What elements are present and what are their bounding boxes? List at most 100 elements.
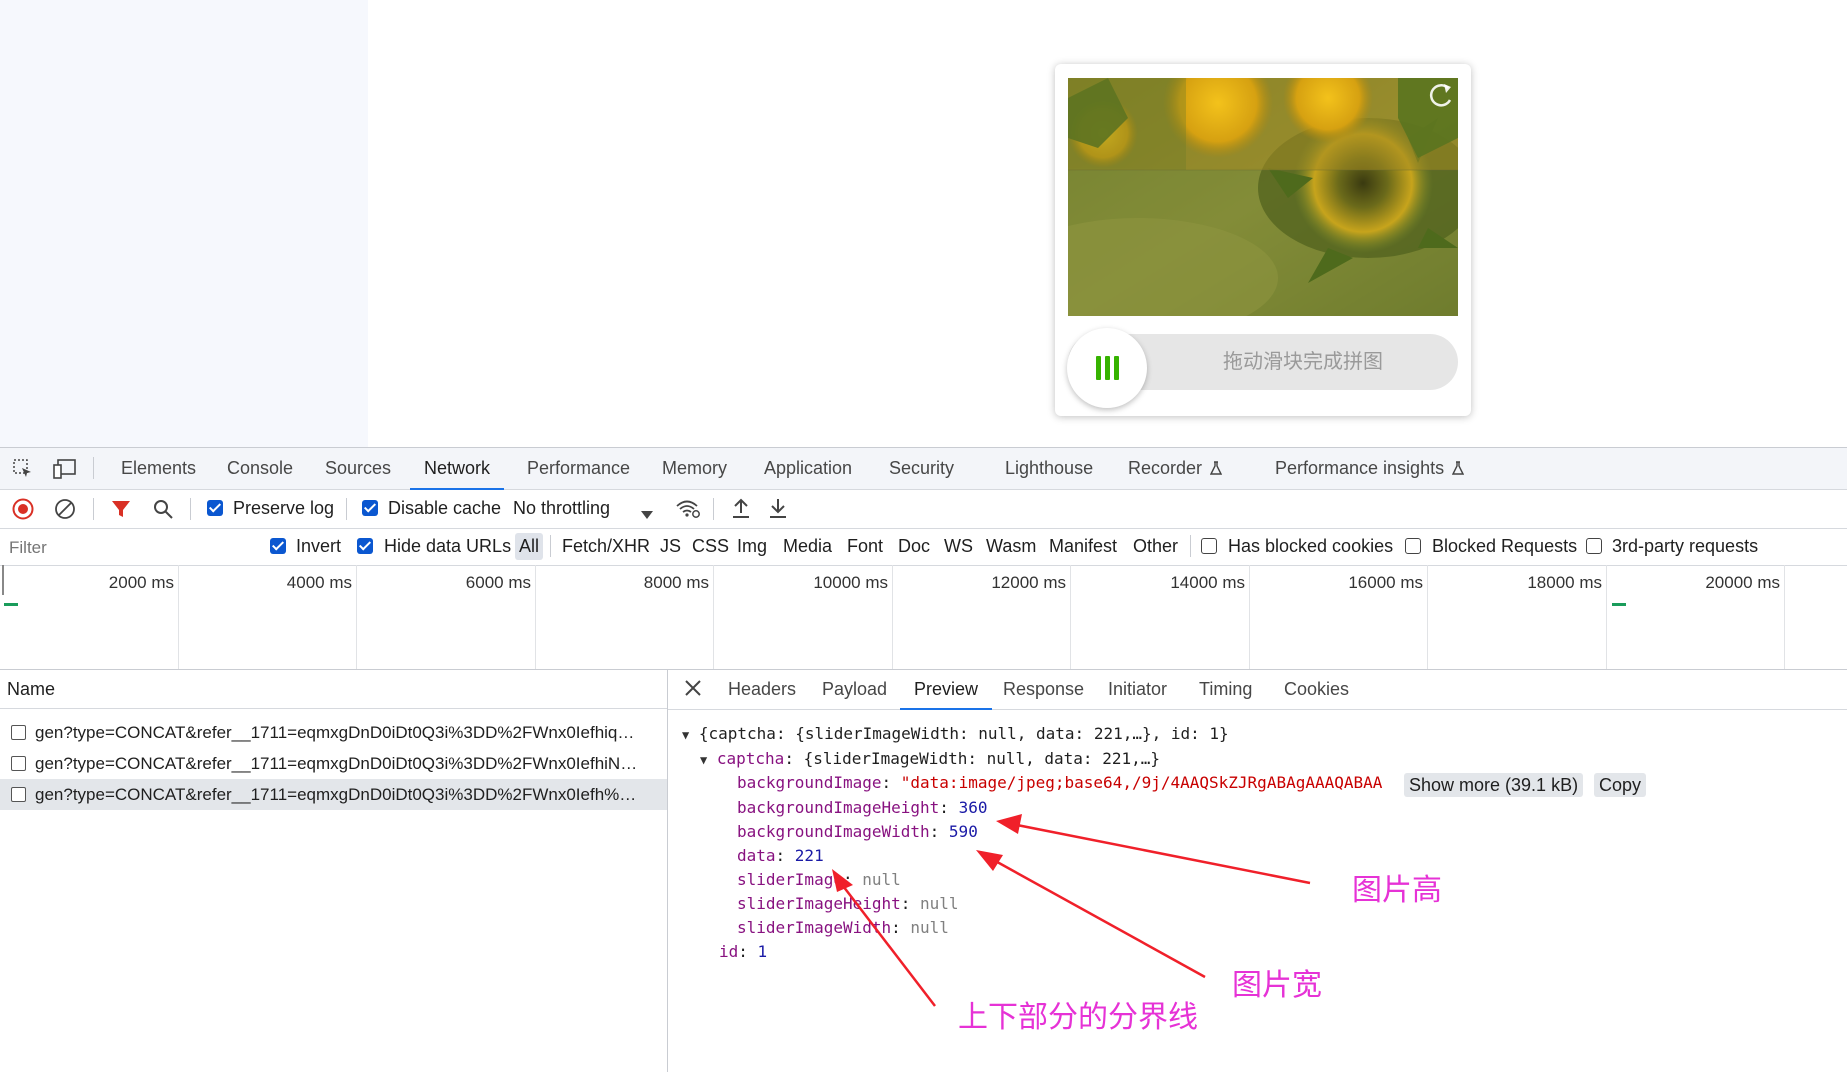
filter-type-fetch-xhr[interactable]: Fetch/XHR <box>562 528 650 565</box>
json-root-summary: {captcha: {sliderImageWidth: null, data:… <box>698 724 1229 743</box>
stop-recording-icon[interactable] <box>12 498 34 525</box>
request-row[interactable]: gen?type=CONCAT&refer__1711=eqmxgDnD0iDt… <box>0 717 667 748</box>
clear-icon[interactable] <box>54 498 76 525</box>
timeline-gridline <box>1427 565 1428 669</box>
timeline-tick-label: 16000 ms <box>1348 573 1423 592</box>
filter-type-font[interactable]: Font <box>847 528 883 565</box>
divider <box>713 498 714 520</box>
network-conditions-icon[interactable] <box>675 498 701 525</box>
json-root-row[interactable]: ▼ {captcha: {sliderImageWidth: null, dat… <box>682 724 1229 745</box>
export-har-icon[interactable] <box>768 497 788 524</box>
filter-funnel-icon[interactable] <box>111 499 131 524</box>
chevron-down-icon[interactable] <box>640 504 654 525</box>
tab-preview[interactable]: Preview <box>899 669 993 710</box>
close-icon[interactable] <box>684 679 702 702</box>
json-captcha-row[interactable]: ▼ captcha: {sliderImageWidth: null, data… <box>700 749 1160 770</box>
timeline-gridline <box>356 565 357 669</box>
name-column-header[interactable]: Name <box>0 669 667 709</box>
row-checkbox[interactable] <box>11 725 26 740</box>
timeline-gridline <box>1606 565 1607 669</box>
filter-type-doc[interactable]: Doc <box>898 528 930 565</box>
expand-triangle-icon[interactable]: ▼ <box>682 728 689 742</box>
inspect-element-icon[interactable] <box>12 458 34 485</box>
slider-track: 拖动滑块完成拼图 <box>1067 328 1458 408</box>
tab-timing[interactable]: Timing <box>1199 669 1252 709</box>
request-name: gen?type=CONCAT&refer__1711=eqmxgDnD0iDt… <box>35 723 635 742</box>
request-row[interactable]: gen?type=CONCAT&refer__1711=eqmxgDnD0iDt… <box>0 748 667 779</box>
filter-type-js[interactable]: JS <box>660 528 681 565</box>
third-party-requests-checkbox[interactable] <box>1586 538 1602 554</box>
json-field-row: backgroundImageWidth: 590 <box>737 822 978 841</box>
tab-initiator[interactable]: Initiator <box>1108 669 1167 709</box>
copy-button[interactable]: Copy <box>1594 773 1647 797</box>
grip-bar-icon <box>1105 356 1110 380</box>
filter-input[interactable] <box>3 532 259 563</box>
tab-sources[interactable]: Sources <box>325 448 391 489</box>
tab-cookies[interactable]: Cookies <box>1284 669 1349 709</box>
invert-label: Invert <box>296 536 342 556</box>
timeline-gridline <box>713 565 714 669</box>
slider-captcha-widget: 拖动滑块完成拼图 <box>1055 64 1471 416</box>
throttling-select[interactable]: No throttling <box>513 489 610 528</box>
tab-payload[interactable]: Payload <box>822 669 887 709</box>
row-checkbox[interactable] <box>11 787 26 802</box>
annotation-width-label: 图片宽 <box>1232 968 1322 1003</box>
hide-data-urls-checkbox[interactable] <box>357 538 373 554</box>
timeline-tick-label: 18000 ms <box>1527 573 1602 592</box>
tab-headers[interactable]: Headers <box>728 669 796 709</box>
preserve-log-checkbox[interactable] <box>207 500 223 516</box>
blocked-requests-label: Blocked Requests <box>1432 536 1578 556</box>
third-party-requests-label: 3rd-party requests <box>1612 536 1759 556</box>
experimental-flask-icon <box>1452 461 1465 475</box>
show-more-button[interactable]: Show more (39.1 kB) <box>1404 773 1584 797</box>
timeline-tick-label: 4000 ms <box>286 573 352 592</box>
filter-type-wasm[interactable]: Wasm <box>986 528 1036 565</box>
search-icon[interactable] <box>153 499 173 524</box>
has-blocked-cookies-checkbox[interactable] <box>1201 538 1217 554</box>
request-name: gen?type=CONCAT&refer__1711=eqmxgDnD0iDt… <box>35 754 638 773</box>
timeline-tick-label: 8000 ms <box>643 573 709 592</box>
timeline-cursor <box>2 565 4 595</box>
json-field-row: data: 221 <box>737 846 824 865</box>
tab-performance-insights[interactable]: Performance insights <box>1275 448 1465 489</box>
json-field-row: backgroundImage: "data:image/jpeg;base64… <box>737 773 1383 792</box>
captcha-puzzle-image <box>1068 78 1458 316</box>
disable-cache-checkbox[interactable] <box>362 500 378 516</box>
device-toolbar-icon[interactable] <box>53 458 77 485</box>
disable-cache-label: Disable cache <box>388 498 502 518</box>
tab-recorder[interactable]: Recorder <box>1128 448 1223 489</box>
filter-type-all[interactable]: All <box>515 533 544 560</box>
request-row-selected[interactable]: gen?type=CONCAT&refer__1711=eqmxgDnD0iDt… <box>0 779 667 810</box>
tab-application[interactable]: Application <box>764 448 852 489</box>
filter-type-other[interactable]: Other <box>1133 528 1178 565</box>
tab-memory[interactable]: Memory <box>662 448 727 489</box>
expand-triangle-icon[interactable]: ▼ <box>700 753 707 767</box>
timeline-gridline <box>178 565 179 669</box>
filter-type-manifest[interactable]: Manifest <box>1049 528 1117 565</box>
json-null-value: null <box>920 894 959 913</box>
divider <box>93 498 94 520</box>
filter-type-media[interactable]: Media <box>783 528 832 565</box>
tab-security[interactable]: Security <box>889 448 954 489</box>
slider-handle[interactable] <box>1067 328 1147 408</box>
timeline-tick-label: 14000 ms <box>1170 573 1245 592</box>
timeline-tick-label: 10000 ms <box>813 573 888 592</box>
filter-type-css[interactable]: CSS <box>692 528 729 565</box>
filter-type-img[interactable]: Img <box>737 528 767 565</box>
tab-console[interactable]: Console <box>227 448 293 489</box>
invert-checkbox[interactable] <box>270 538 286 554</box>
grip-bar-icon <box>1096 356 1101 380</box>
filter-type-ws[interactable]: WS <box>944 528 973 565</box>
tab-elements[interactable]: Elements <box>121 448 196 489</box>
tab-lighthouse[interactable]: Lighthouse <box>1005 448 1093 489</box>
tab-response[interactable]: Response <box>1003 669 1084 709</box>
annotation-height-label: 图片高 <box>1352 873 1442 908</box>
row-checkbox[interactable] <box>11 756 26 771</box>
tab-network[interactable]: Network <box>409 448 505 490</box>
tab-performance[interactable]: Performance <box>527 448 630 489</box>
blocked-requests-checkbox[interactable] <box>1405 538 1421 554</box>
json-key: captcha <box>716 749 785 768</box>
import-har-icon[interactable] <box>731 497 751 524</box>
network-overview-timeline[interactable]: 2000 ms 4000 ms 6000 ms 8000 ms 10000 ms… <box>0 565 1847 670</box>
json-field-row: id: 1 <box>719 942 768 961</box>
